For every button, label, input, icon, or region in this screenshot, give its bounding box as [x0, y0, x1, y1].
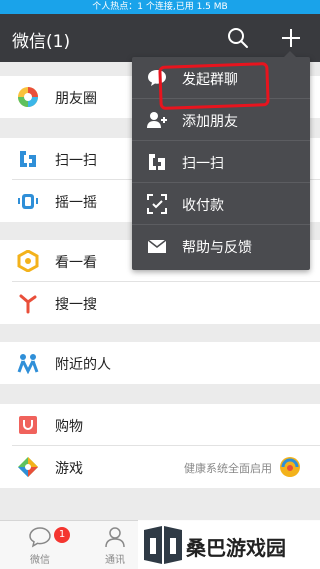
menu-item-label: 收付款: [182, 198, 224, 214]
watermark-text: 桑巴游戏园: [186, 536, 286, 560]
menu-item-label: 添加朋友: [182, 114, 238, 130]
shake-icon: [18, 194, 38, 209]
watermark: 桑巴游戏园: [138, 520, 320, 569]
moments-icon: [18, 87, 38, 107]
watermark-logo-icon: [144, 526, 182, 564]
contacts-tab-icon: [105, 527, 125, 548]
list-item-label: 游戏: [55, 461, 83, 477]
menu-item-scan[interactable]: 扫一扫: [132, 141, 310, 183]
search-icon[interactable]: [226, 26, 250, 50]
list-item-shopping[interactable]: 购物: [0, 404, 320, 446]
list-item-label: 购物: [55, 419, 83, 435]
red-highlight-annotation: [158, 62, 270, 110]
menu-item-help[interactable]: 帮助与反馈: [132, 225, 310, 267]
unread-badge: 1: [54, 527, 70, 543]
add-friend-icon: [147, 112, 167, 128]
list-item-nearby[interactable]: 附近的人: [0, 342, 320, 384]
payment-scan-icon: [147, 194, 167, 214]
nearby-people-icon: [17, 354, 39, 374]
plus-icon[interactable]: [279, 26, 303, 50]
list-item-label: 搜一搜: [55, 297, 97, 313]
list-item-label: 扫一扫: [55, 153, 97, 169]
title-bar: 微信(1): [0, 14, 320, 62]
menu-item-label: 扫一扫: [182, 156, 224, 172]
search-feature-icon: [19, 294, 37, 314]
games-icon: [18, 457, 38, 477]
list-item-label: 摇一摇: [55, 195, 97, 211]
list-item-games[interactable]: 游戏 健康系统全面启用: [0, 446, 320, 488]
tab-label: 通讯: [105, 555, 125, 566]
list-item-label: 朋友圈: [55, 91, 97, 107]
shopping-icon: [19, 416, 37, 434]
list-item-label: 看一看: [55, 255, 97, 271]
page-title: 微信(1): [12, 32, 71, 52]
list-item-search[interactable]: 搜一搜: [0, 282, 320, 324]
look-icon: [17, 250, 39, 272]
scan-icon: [20, 151, 36, 167]
list-item-label: 附近的人: [55, 357, 111, 373]
tab-chats[interactable]: 微信 1: [10, 525, 70, 567]
scan-icon: [149, 154, 165, 170]
game-promo-icon: [280, 457, 300, 477]
hotspot-status-bar: 个人热点：1 个连接,已用 1.5 MB: [0, 0, 320, 14]
chat-tab-icon: [29, 527, 51, 548]
menu-item-payment[interactable]: 收付款: [132, 183, 310, 225]
games-note: 健康系统全面启用: [184, 462, 272, 475]
mail-icon: [147, 239, 167, 253]
menu-item-label: 帮助与反馈: [182, 240, 252, 256]
tab-label: 微信: [30, 555, 50, 566]
tab-contacts[interactable]: 通讯: [85, 525, 145, 567]
